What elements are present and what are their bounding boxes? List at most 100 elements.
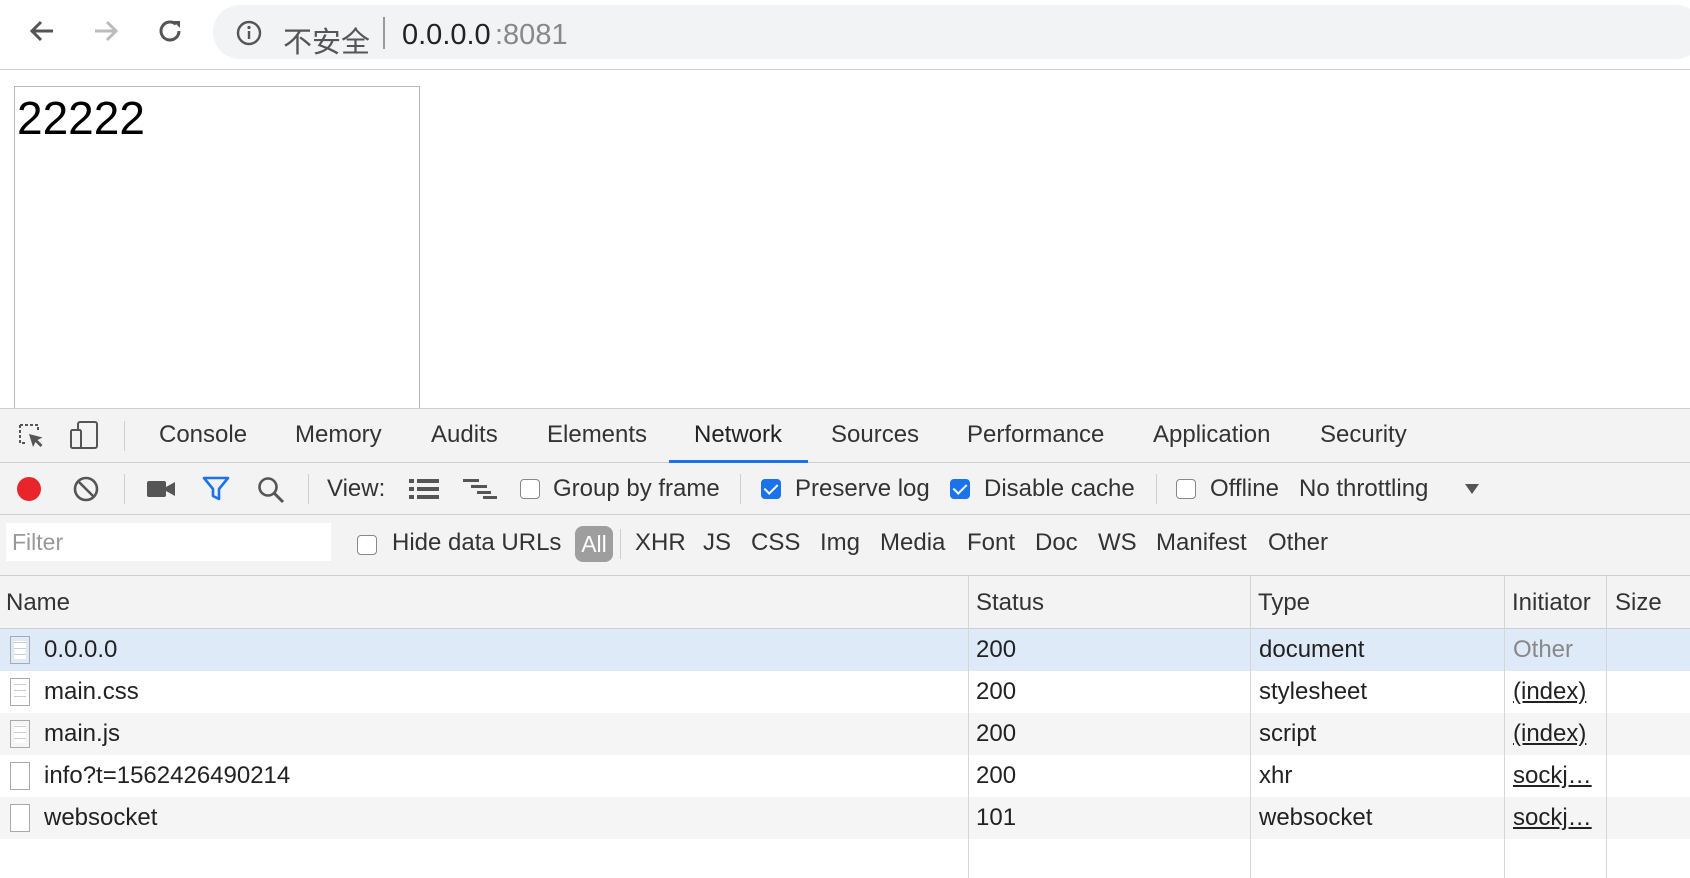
offline-checkbox[interactable] — [1176, 479, 1196, 499]
tab-audits[interactable]: Audits — [431, 421, 498, 449]
inspect-element-icon[interactable] — [16, 421, 46, 451]
column-divider[interactable] — [1250, 576, 1251, 878]
tab-performance[interactable]: Performance — [967, 421, 1104, 449]
tab-console[interactable]: Console — [159, 421, 247, 449]
tab-sources[interactable]: Sources — [831, 421, 919, 449]
group-by-frame-label[interactable]: Group by frame — [553, 475, 720, 503]
request-type: xhr — [1259, 762, 1293, 789]
devtools-panel: Console Memory Audits Elements Network S… — [0, 408, 1690, 878]
tab-security[interactable]: Security — [1320, 421, 1407, 449]
toolbar-divider — [0, 69, 1690, 70]
preserve-log-checkbox[interactable] — [761, 479, 781, 499]
filter-icon[interactable] — [201, 475, 231, 503]
document-file-icon — [10, 636, 30, 664]
reload-button[interactable] — [153, 14, 187, 48]
dropdown-arrow-icon[interactable] — [1464, 483, 1480, 495]
url-host[interactable]: 0.0.0.0 — [402, 19, 491, 52]
request-type: websocket — [1259, 804, 1373, 831]
toolbar-separator — [124, 474, 125, 504]
filter-separator — [620, 529, 621, 559]
column-divider[interactable] — [1504, 576, 1505, 878]
reload-icon — [159, 20, 181, 42]
filter-type-xhr[interactable]: XHR — [635, 529, 686, 557]
filter-type-ws[interactable]: WS — [1098, 529, 1137, 557]
column-header-type[interactable]: Type — [1258, 589, 1310, 617]
request-type: stylesheet — [1259, 678, 1368, 705]
hide-data-urls-checkbox[interactable] — [357, 535, 377, 555]
address-bar[interactable]: 不安全 0.0.0.0 :8081 — [213, 5, 1690, 59]
table-row[interactable]: 0.0.0.0 200 document Other — [0, 629, 1690, 671]
request-name[interactable]: main.css — [44, 678, 139, 706]
page-content-text: 22222 — [17, 92, 145, 144]
request-name[interactable]: main.js — [44, 720, 120, 748]
filter-type-other[interactable]: Other — [1268, 529, 1328, 557]
preserve-log-label[interactable]: Preserve log — [795, 475, 930, 503]
filter-bar: Hide data URLs All XHR JS CSS Img Media … — [0, 515, 1690, 576]
device-toolbar-icon[interactable] — [68, 419, 100, 451]
view-label: View: — [327, 475, 386, 502]
url-port[interactable]: :8081 — [495, 19, 568, 52]
table-row[interactable]: main.css 200 stylesheet (index) — [0, 671, 1690, 713]
filter-type-doc[interactable]: Doc — [1035, 529, 1078, 557]
clear-icon[interactable] — [72, 475, 100, 503]
info-icon[interactable] — [235, 19, 263, 47]
column-header-size[interactable]: Size — [1615, 589, 1662, 617]
devtools-tab-bar: Console Memory Audits Elements Network S… — [0, 408, 1690, 463]
xhr-file-icon — [10, 762, 30, 790]
network-toolbar: View: Group by frame Preserve log Disabl… — [0, 463, 1690, 515]
security-label[interactable]: 不安全 — [283, 19, 370, 61]
request-type: document — [1259, 636, 1365, 663]
filter-type-manifest[interactable]: Manifest — [1156, 529, 1247, 557]
request-initiator-link[interactable]: (index) — [1513, 720, 1586, 748]
tab-memory[interactable]: Memory — [295, 421, 382, 449]
toolbar-separator — [308, 474, 309, 504]
toolbar-separator — [740, 474, 741, 504]
column-divider[interactable] — [968, 576, 969, 878]
tab-separator — [124, 421, 125, 451]
request-status: 101 — [976, 804, 1017, 831]
back-button[interactable] — [25, 14, 59, 48]
request-status: 200 — [976, 678, 1017, 705]
table-row[interactable]: info?t=1562426490214 200 xhr sockj… — [0, 755, 1690, 797]
disable-cache-label[interactable]: Disable cache — [984, 475, 1135, 503]
throttling-select[interactable]: No throttling — [1299, 475, 1428, 503]
filter-type-media[interactable]: Media — [880, 529, 945, 557]
video-camera-icon[interactable] — [146, 477, 176, 501]
waterfall-overview-icon[interactable] — [463, 478, 497, 500]
offline-label[interactable]: Offline — [1210, 475, 1279, 503]
large-rows-icon[interactable] — [409, 478, 439, 500]
websocket-file-icon — [10, 804, 30, 832]
toolbar-separator — [1156, 474, 1157, 504]
table-row[interactable]: main.js 200 script (index) — [0, 713, 1690, 755]
forward-button[interactable] — [89, 14, 123, 48]
request-initiator-link[interactable]: sockj… — [1513, 804, 1592, 832]
request-status: 200 — [976, 636, 1017, 663]
table-row[interactable]: websocket 101 websocket sockj… — [0, 797, 1690, 839]
column-header-status[interactable]: Status — [976, 589, 1044, 617]
request-status: 200 — [976, 720, 1017, 747]
group-by-frame-checkbox[interactable] — [520, 479, 540, 499]
request-name[interactable]: 0.0.0.0 — [44, 636, 117, 664]
filter-input[interactable] — [6, 523, 331, 561]
filter-type-font[interactable]: Font — [967, 529, 1015, 557]
column-header-initiator[interactable]: Initiator — [1512, 589, 1591, 617]
column-header-name[interactable]: Name — [6, 589, 70, 617]
tab-application[interactable]: Application — [1153, 421, 1270, 449]
tab-network[interactable]: Network — [694, 421, 782, 449]
filter-type-js[interactable]: JS — [703, 529, 731, 557]
search-icon[interactable] — [256, 475, 286, 505]
hide-data-urls-label[interactable]: Hide data URLs — [392, 529, 561, 557]
filter-type-css[interactable]: CSS — [751, 529, 800, 557]
disable-cache-checkbox[interactable] — [950, 479, 970, 499]
request-initiator-link[interactable]: (index) — [1513, 678, 1586, 706]
column-divider[interactable] — [1606, 576, 1607, 878]
tab-elements[interactable]: Elements — [547, 421, 647, 449]
filter-type-all[interactable]: All — [575, 526, 613, 562]
request-name[interactable]: info?t=1562426490214 — [44, 762, 290, 790]
record-icon[interactable] — [15, 475, 43, 503]
filter-type-img[interactable]: Img — [820, 529, 860, 557]
content-box: 22222 — [14, 86, 420, 416]
request-initiator-link[interactable]: sockj… — [1513, 762, 1592, 790]
request-type: script — [1259, 720, 1317, 747]
request-name[interactable]: websocket — [44, 804, 157, 832]
